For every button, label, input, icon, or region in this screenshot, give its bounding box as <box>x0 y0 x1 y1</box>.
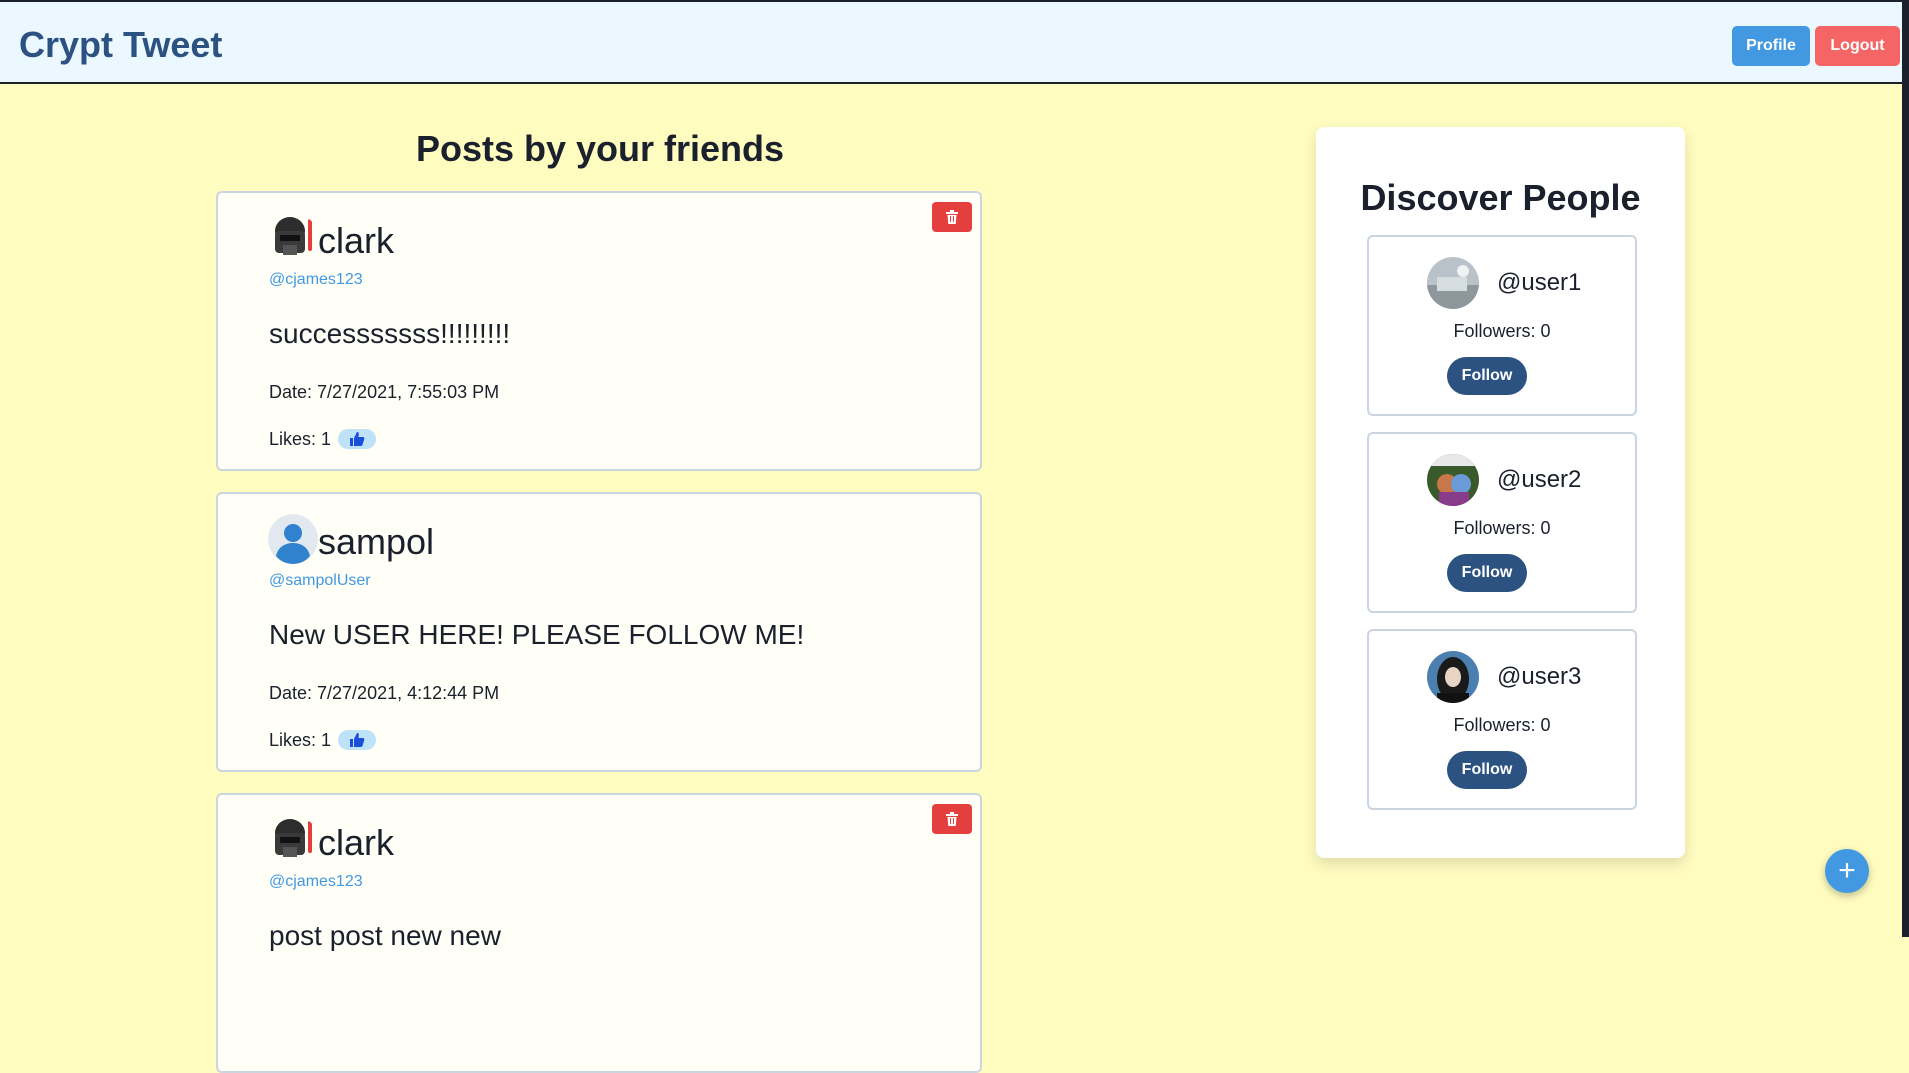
post-author[interactable]: clark <box>318 822 394 864</box>
discover-people-panel: Discover People @user1 Followers: 0 Foll… <box>1316 127 1685 858</box>
darth-vader-avatar-icon[interactable] <box>268 815 318 865</box>
user-card: @user2 Followers: 0 Follow <box>1367 432 1637 613</box>
user-handle[interactable]: @user3 <box>1497 663 1581 691</box>
logout-button[interactable]: Logout <box>1815 26 1900 66</box>
post-card: clark @cjames123 successsssss!!!!!!!!! D… <box>216 191 982 471</box>
profile-button[interactable]: Profile <box>1732 26 1810 66</box>
delete-post-button[interactable] <box>932 202 972 232</box>
discover-title: Discover People <box>1360 177 1641 218</box>
add-post-button[interactable]: + <box>1825 849 1869 893</box>
post-content: successsssss!!!!!!!!! <box>269 318 511 349</box>
post-handle[interactable]: @cjames123 <box>269 271 363 289</box>
post-card: sampol @sampolUser New USER HERE! PLEASE… <box>216 492 982 772</box>
follow-button[interactable]: Follow <box>1447 554 1527 592</box>
user-avatar-icon[interactable] <box>1427 651 1479 703</box>
user-avatar-icon[interactable] <box>1427 257 1479 309</box>
post-card: clark @cjames123 post post new new <box>216 793 982 1073</box>
post-date: Date: 7/27/2021, 7:55:03 PM <box>269 382 500 402</box>
default-user-avatar-icon[interactable] <box>268 514 318 564</box>
top-navbar: Crypt Tweet Profile Logout <box>0 0 1909 84</box>
post-likes: Likes: 1 <box>269 730 332 750</box>
thumbs-up-icon <box>350 733 365 747</box>
like-button[interactable] <box>338 429 376 449</box>
follow-button[interactable]: Follow <box>1447 751 1527 789</box>
feed-title: Posts by your friends <box>415 128 785 169</box>
page-scrollbar[interactable] <box>1902 0 1909 937</box>
post-date: Date: 7/27/2021, 4:12:44 PM <box>269 683 500 703</box>
post-content: New USER HERE! PLEASE FOLLOW ME! <box>269 619 805 650</box>
followers-count: Followers: 0 <box>1453 518 1551 538</box>
darth-vader-avatar-icon[interactable] <box>268 213 318 263</box>
post-content: post post new new <box>269 920 501 951</box>
post-likes: Likes: 1 <box>269 429 332 449</box>
follow-button[interactable]: Follow <box>1447 357 1527 395</box>
like-button[interactable] <box>338 730 376 750</box>
user-avatar-icon[interactable] <box>1427 454 1479 506</box>
post-author[interactable]: clark <box>318 220 394 262</box>
thumbs-up-icon <box>350 432 365 446</box>
trash-icon <box>946 210 958 224</box>
post-handle[interactable]: @sampolUser <box>269 572 371 590</box>
post-handle[interactable]: @cjames123 <box>269 873 363 891</box>
delete-post-button[interactable] <box>932 804 972 834</box>
followers-count: Followers: 0 <box>1453 715 1551 735</box>
post-author[interactable]: sampol <box>318 521 434 563</box>
user-card: @user1 Followers: 0 Follow <box>1367 235 1637 416</box>
user-card: @user3 Followers: 0 Follow <box>1367 629 1637 810</box>
user-handle[interactable]: @user2 <box>1497 466 1581 494</box>
brand-title[interactable]: Crypt Tweet <box>19 24 222 66</box>
trash-icon <box>946 812 958 826</box>
followers-count: Followers: 0 <box>1453 321 1551 341</box>
user-handle[interactable]: @user1 <box>1497 269 1581 297</box>
